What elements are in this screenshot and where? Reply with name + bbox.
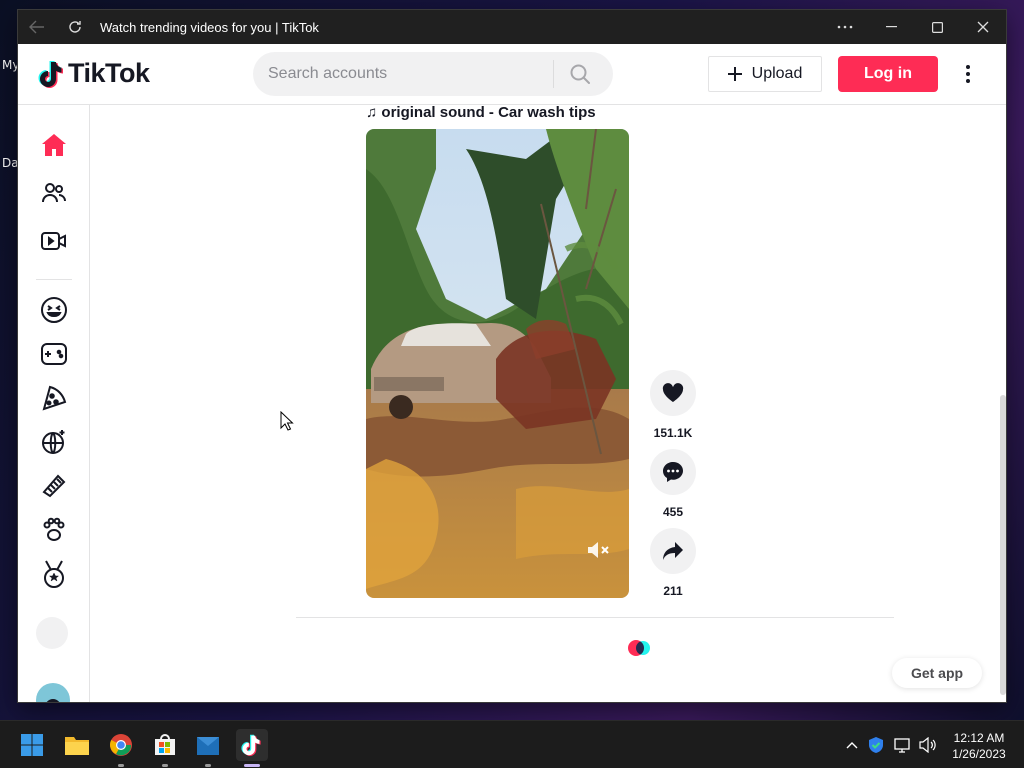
- like-count: 151.1K: [653, 426, 693, 440]
- taskbar-active-indicator: [244, 764, 260, 767]
- scrollbar[interactable]: [1000, 395, 1006, 695]
- share-button[interactable]: [650, 528, 696, 574]
- volume-icon[interactable]: [917, 733, 939, 757]
- comment-action[interactable]: 455: [650, 449, 696, 519]
- clock-date: 1/26/2023: [952, 747, 1006, 761]
- window-title: Watch trending videos for you | TikTok: [100, 19, 319, 35]
- tiktok-app-icon[interactable]: [236, 729, 268, 767]
- sidebar: [18, 105, 90, 702]
- search-icon: [570, 64, 590, 84]
- like-action[interactable]: 151.1K: [650, 370, 696, 440]
- taskbar-indicator: [162, 764, 168, 767]
- search-input[interactable]: [253, 52, 553, 96]
- minimize-button[interactable]: [868, 10, 914, 44]
- mouse-cursor-icon: [280, 410, 294, 436]
- plus-icon: [727, 67, 742, 81]
- like-button[interactable]: [650, 370, 696, 416]
- feed-divider: [296, 617, 894, 618]
- logo-text: TikTok: [68, 58, 150, 88]
- network-icon[interactable]: [892, 733, 914, 757]
- beauty-icon[interactable]: [36, 468, 72, 504]
- close-button[interactable]: [960, 10, 1006, 44]
- sidebar-placeholder: [36, 617, 68, 649]
- more-options-icon[interactable]: [822, 10, 868, 44]
- avatar[interactable]: [36, 683, 70, 702]
- comment-button[interactable]: [650, 449, 696, 495]
- sound-link[interactable]: ♫ original sound - Car wash tips: [366, 104, 596, 121]
- security-shield-icon[interactable]: [865, 733, 887, 757]
- login-label: Log in: [864, 65, 912, 82]
- share-action[interactable]: 211: [650, 528, 696, 598]
- more-menu-icon[interactable]: [958, 59, 978, 89]
- sports-icon[interactable]: [36, 556, 72, 592]
- animals-icon[interactable]: [36, 512, 72, 548]
- heart-icon: [662, 383, 684, 402]
- sound-title: original sound - Car wash tips: [381, 104, 596, 121]
- login-button[interactable]: Log in: [838, 56, 938, 92]
- home-icon[interactable]: [36, 127, 72, 163]
- chrome-icon[interactable]: [105, 729, 137, 767]
- gaming-icon[interactable]: [36, 336, 72, 372]
- desktop-label-da: Da: [2, 156, 19, 170]
- title-bar: Watch trending videos for you | TikTok: [18, 10, 1006, 44]
- app-header: TikTok Upload Log in: [18, 44, 1006, 105]
- search-bar: [253, 52, 613, 96]
- dance-icon[interactable]: [36, 424, 72, 460]
- taskbar-indicator: [205, 764, 211, 767]
- file-explorer-icon[interactable]: [61, 729, 93, 761]
- sidebar-divider: [36, 279, 72, 280]
- get-app-button[interactable]: Get app: [892, 658, 982, 688]
- app-shortcut-icon[interactable]: [192, 729, 224, 767]
- desktop-label-my: My: [2, 58, 20, 72]
- feed: ♫ original sound - Car wash tips 151.1K …: [90, 104, 1006, 702]
- tiktok-logo[interactable]: TikTok: [38, 58, 150, 89]
- maximize-button[interactable]: [914, 10, 960, 44]
- comedy-icon[interactable]: [36, 292, 72, 328]
- taskbar-indicator: [118, 764, 124, 767]
- video-player[interactable]: [366, 129, 629, 598]
- upload-button[interactable]: Upload: [708, 56, 822, 92]
- back-icon[interactable]: [18, 10, 56, 44]
- comment-icon: [663, 462, 683, 482]
- clock-time: 12:12 AM: [953, 731, 1005, 745]
- video-frame: [366, 129, 629, 598]
- music-note-icon: ♫: [366, 104, 382, 121]
- loading-indicator: [628, 640, 658, 656]
- chevron-up-icon[interactable]: [841, 733, 863, 757]
- food-icon[interactable]: [36, 380, 72, 416]
- browser-window: Watch trending videos for you | TikTok T…: [18, 10, 1006, 702]
- share-count: 211: [663, 584, 683, 598]
- start-icon[interactable]: [16, 729, 48, 761]
- mute-icon[interactable]: [587, 541, 611, 564]
- live-icon[interactable]: [36, 223, 72, 259]
- refresh-icon[interactable]: [56, 10, 94, 44]
- comment-count: 455: [662, 505, 684, 519]
- tiktok-logo-icon: [38, 60, 63, 88]
- search-button[interactable]: [554, 52, 606, 96]
- upload-label: Upload: [751, 65, 803, 82]
- taskbar: 12:12 AM 1/26/2023: [0, 720, 1024, 768]
- share-icon: [663, 542, 683, 560]
- system-clock[interactable]: 12:12 AM 1/26/2023: [944, 730, 1014, 762]
- following-icon[interactable]: [36, 175, 72, 211]
- store-icon[interactable]: [149, 729, 181, 767]
